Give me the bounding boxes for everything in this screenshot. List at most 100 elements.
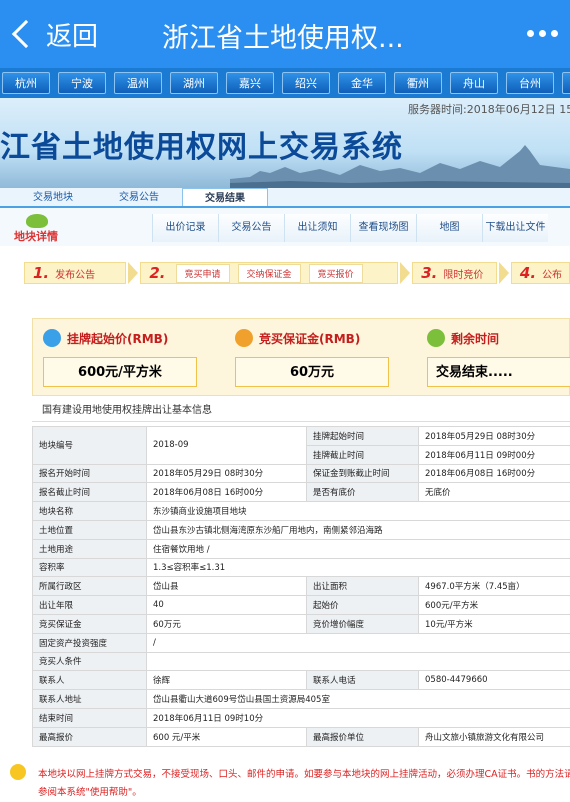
table-row: 固定资产投资强度 / (33, 633, 570, 652)
tab-results[interactable]: 交易结果 (182, 188, 268, 206)
start-price-card: 挂牌起始价(RMB) 600元/平方米 (43, 329, 197, 387)
city-link[interactable]: 舟山 (450, 72, 498, 94)
table-row: 容积率 1.3≤容积率≤1.31 (33, 558, 570, 577)
field-label: 联系人 (33, 671, 147, 690)
city-link[interactable]: 嘉兴 (226, 72, 274, 94)
field-label: 结束时间 (33, 708, 147, 727)
link-download-files[interactable]: 下载出让文件 (482, 214, 548, 242)
field-value: 2018年06月08日 16时00分 (419, 464, 570, 483)
field-value: 0580-4479660 (419, 671, 570, 690)
coin-icon (43, 329, 61, 347)
chevron-left-icon (12, 20, 40, 48)
field-value: 住宿餐饮用地 / (147, 539, 570, 558)
field-label: 最高报价单位 (307, 727, 419, 746)
field-value: 2018年06月11日 09时10分 (147, 708, 570, 727)
remaining-time-value: 交易结束..... (427, 357, 570, 387)
city-link[interactable]: 湖州 (170, 72, 218, 94)
field-value: 2018年06月08日 16时00分 (147, 483, 307, 502)
step-2: 2. 竞买申请 交纳保证金 竞买报价 (140, 262, 398, 284)
field-value: 2018年06月11日 09时00分 (419, 445, 570, 464)
field-label: 最高报价 (33, 727, 147, 746)
city-link[interactable]: 衢州 (394, 72, 442, 94)
field-label: 容积率 (33, 558, 147, 577)
plot-detail-logo: 地块详情 (8, 214, 68, 242)
city-link[interactable]: 杭州 (2, 72, 50, 94)
field-value: 舟山文旅小镇旅游文化有限公司 (419, 727, 570, 746)
link-map[interactable]: 地图 (416, 214, 482, 242)
info-panel: 国有建设用地使用权挂牌出让基本信息 地块编号 2018-09 挂牌起始时间 20… (32, 400, 570, 740)
field-label: 报名开始时间 (33, 464, 147, 483)
step-3: 3. 限时竞价 (412, 262, 497, 284)
field-value: 2018年05月29日 08时30分 (419, 427, 570, 446)
process-steps: 1. 发布公告 2. 竞买申请 交纳保证金 竞买报价 3. 限时竞价 4. 公布 (24, 262, 570, 284)
panel-title: 国有建设用地使用权挂牌出让基本信息 (32, 400, 570, 422)
field-label: 是否有底价 (307, 483, 419, 502)
summary-cards: 挂牌起始价(RMB) 600元/平方米 竞买保证金(RMB) 60万元 剩余时间… (32, 318, 570, 396)
field-label: 保证金到账截止时间 (307, 464, 419, 483)
tab-land-plots[interactable]: 交易地块 (10, 188, 96, 206)
field-label: 所属行政区 (33, 577, 147, 596)
field-label: 竞买保证金 (33, 614, 147, 633)
notice-bar: 本地块以网上挂牌方式交易，不接受现场、口头、邮件的申请。如要参与本地块的网上挂牌… (0, 758, 570, 800)
step-number: 2. (149, 264, 165, 282)
more-dot (539, 30, 546, 37)
field-label: 土地用途 (33, 539, 147, 558)
table-row: 所属行政区 岱山县 出让面积 4967.0平方米（7.45亩） (33, 577, 570, 596)
table-row: 地块编号 2018-09 挂牌起始时间 2018年05月29日 08时30分 (33, 427, 570, 446)
city-link[interactable]: 台州 (506, 72, 554, 94)
step-number: 1. (33, 264, 49, 282)
clock-icon (427, 329, 445, 347)
more-menu-button[interactable] (527, 30, 558, 37)
back-button[interactable]: 返回 (8, 14, 98, 54)
card-title: 挂牌起始价(RMB) (67, 330, 168, 347)
city-link[interactable]: 金华 (338, 72, 386, 94)
table-row: 联系人地址 岱山县衢山大道609号岱山县国土资源局405室 (33, 690, 570, 709)
city-link[interactable]: 温州 (114, 72, 162, 94)
step-label: 发布公告 (55, 266, 95, 281)
field-label: 挂牌起始时间 (307, 427, 419, 446)
field-value: 2018-09 (147, 427, 307, 465)
link-bid-records[interactable]: 出价记录 (152, 214, 218, 242)
city-link[interactable]: 宁波 (58, 72, 106, 94)
table-row: 联系人 徐辉 联系人电话 0580-4479660 (33, 671, 570, 690)
main-tabs: 交易地块 交易公告 交易结果 (0, 188, 570, 208)
field-label: 出让面积 (307, 577, 419, 596)
table-row: 最高报价 600 元/平米 最高报价单位 舟山文旅小镇旅游文化有限公司 (33, 727, 570, 746)
field-value: 岱山县衢山大道609号岱山县国土资源局405室 (147, 690, 570, 709)
logo-text: 地块详情 (14, 228, 58, 244)
field-value: 600 元/平米 (147, 727, 307, 746)
field-label: 竞价增价幅度 (307, 614, 419, 633)
field-value: 4967.0平方米（7.45亩） (419, 577, 570, 596)
field-value: 岱山县东沙古镇北侧海湾原东沙船厂用地内，南侧紧邻沿海路 (147, 520, 570, 539)
table-row: 结束时间 2018年06月11日 09时10分 (33, 708, 570, 727)
more-dot (551, 30, 558, 37)
step-label: 限时竞价 (443, 266, 483, 281)
card-title: 竞买保证金(RMB) (259, 330, 360, 347)
city-link[interactable]: 丽水 (562, 72, 570, 94)
step-number: 3. (421, 264, 437, 282)
notice-text: 本地块以网上挂牌方式交易，不接受现场、口头、邮件的申请。如要参与本地块的网上挂牌… (38, 766, 570, 802)
field-value: 徐辉 (147, 671, 307, 690)
page-title: 浙江省土地使用权... (162, 16, 404, 55)
field-value: 东沙镇商业设施项目地块 (147, 502, 570, 521)
link-site-map[interactable]: 查看现场图 (350, 214, 416, 242)
city-skyline-image (230, 143, 570, 188)
field-label: 地块名称 (33, 502, 147, 521)
field-value: 60万元 (147, 614, 307, 633)
field-label: 固定资产投资强度 (33, 633, 147, 652)
medal-icon (235, 329, 253, 347)
remaining-time-card: 剩余时间 交易结束..... (427, 329, 570, 387)
link-transfer-notice[interactable]: 出让须知 (284, 214, 350, 242)
substep-label: 交纳保证金 (238, 264, 301, 283)
table-row: 出让年限 40 起始价 600元/平方米 (33, 596, 570, 615)
link-announcement[interactable]: 交易公告 (218, 214, 284, 242)
info-table: 地块编号 2018-09 挂牌起始时间 2018年05月29日 08时30分 挂… (32, 426, 570, 747)
table-row: 报名开始时间 2018年05月29日 08时30分 保证金到账截止时间 2018… (33, 464, 570, 483)
field-value: 无底价 (419, 483, 570, 502)
top-nav-bar: 返回 浙江省土地使用权... (0, 0, 570, 68)
tab-announcements[interactable]: 交易公告 (96, 188, 182, 206)
city-link[interactable]: 绍兴 (282, 72, 330, 94)
card-title: 剩余时间 (451, 330, 499, 347)
lightbulb-icon (10, 764, 26, 780)
field-value: 10元/平方米 (419, 614, 570, 633)
